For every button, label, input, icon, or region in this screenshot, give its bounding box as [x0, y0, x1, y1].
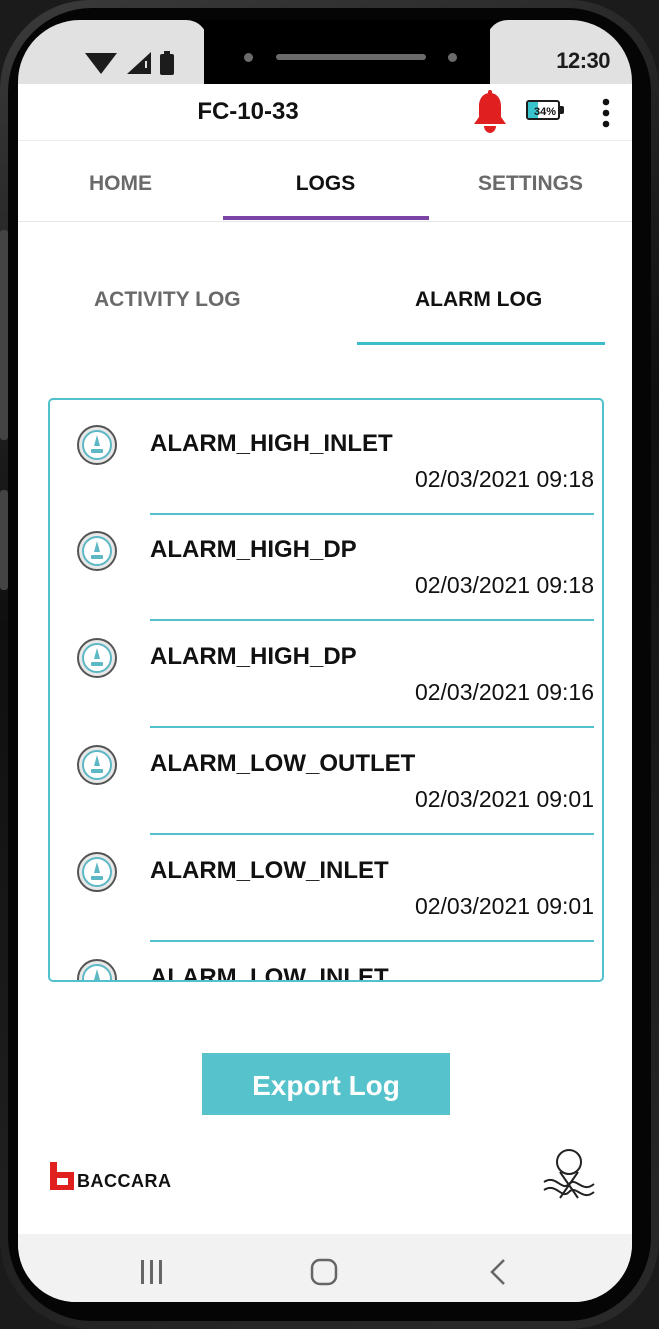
- alarm-time: 02/03/2021 09:01: [414, 893, 594, 919]
- log-item[interactable]: ALARM_LOW_INLET 02/03/2021 09:01: [50, 827, 602, 934]
- gauge-icon: [77, 425, 117, 465]
- alarm-name: ALARM_HIGH_DP: [150, 643, 357, 670]
- log-item[interactable]: ALARM_LOW_OUTLET 02/03/2021 09:01: [50, 720, 602, 827]
- battery-percent: 34%: [533, 106, 557, 118]
- gauge-icon: [77, 852, 117, 892]
- alarm-time: 02/03/2021 09:16: [414, 679, 594, 705]
- subtab-activity-log[interactable]: ACTIVITY LOG: [94, 288, 241, 312]
- tab-indicator: [223, 216, 429, 220]
- main-tabs: HOME LOGS SETTINGS: [18, 141, 632, 222]
- waves-icon: [543, 1149, 595, 1199]
- brand-name: BACCARA: [77, 1171, 172, 1191]
- export-log-button[interactable]: Export Log: [202, 1053, 450, 1115]
- signal-icon: [127, 52, 151, 74]
- more-vert-icon[interactable]: [594, 96, 618, 130]
- alarm-name: ALARM_HIGH_DP: [150, 536, 357, 563]
- system-nav-bar: [18, 1234, 632, 1302]
- volume-button: [0, 230, 8, 440]
- home-icon[interactable]: [284, 1246, 364, 1296]
- device-title: FC-10-33: [197, 98, 299, 125]
- log-item[interactable]: ALARM_LOW_INLET: [50, 934, 602, 982]
- recents-icon[interactable]: [112, 1246, 192, 1296]
- sensor-dot: [244, 53, 253, 62]
- alarm-name: ALARM_HIGH_INLET: [150, 430, 393, 457]
- tab-home[interactable]: HOME: [18, 141, 223, 221]
- gauge-icon: [77, 531, 117, 571]
- wifi-icon: [85, 53, 117, 74]
- log-item[interactable]: ALARM_HIGH_DP 02/03/2021 09:16: [50, 613, 602, 720]
- status-clock: 12:30: [556, 48, 610, 73]
- power-button: [0, 490, 8, 590]
- battery-body: 34%: [526, 100, 560, 120]
- battery-tip: [560, 106, 564, 114]
- app-bar: FC-10-33 34%: [18, 84, 632, 141]
- subtab-alarm-log[interactable]: ALARM LOG: [415, 288, 542, 312]
- status-icons: [84, 50, 174, 76]
- tab-settings[interactable]: SETTINGS: [428, 141, 632, 221]
- alarm-log-list[interactable]: ALARM_HIGH_INLET 02/03/2021 09:18 ALARM_…: [48, 398, 604, 982]
- gauge-icon: [77, 959, 117, 980]
- alarm-name: ALARM_LOW_INLET: [150, 857, 389, 884]
- battery-status-icon: [160, 51, 174, 75]
- tab-logs[interactable]: LOGS: [223, 141, 428, 221]
- phone-frame: 12:30 FC-10-33 34% HOME LOGS SETTINGS AC…: [0, 0, 659, 1329]
- back-icon[interactable]: [458, 1246, 538, 1296]
- alarm-name: ALARM_LOW_OUTLET: [150, 750, 416, 777]
- bell-icon[interactable]: [470, 90, 510, 134]
- device-battery: 34%: [526, 100, 564, 122]
- screen: 12:30 FC-10-33 34% HOME LOGS SETTINGS AC…: [18, 20, 632, 1302]
- log-item[interactable]: ALARM_HIGH_INLET 02/03/2021 09:18: [50, 400, 602, 507]
- camera-dot: [448, 53, 457, 62]
- baccara-mark-icon: [50, 1162, 74, 1190]
- speaker-grille: [276, 54, 426, 60]
- log-item[interactable]: ALARM_HIGH_DP 02/03/2021 09:18: [50, 506, 602, 613]
- subtab-indicator: [357, 342, 605, 345]
- alarm-name: ALARM_LOW_INLET: [150, 964, 389, 982]
- baccara-logo: BACCARA: [50, 1160, 172, 1190]
- status-bar: 12:30: [18, 20, 632, 84]
- gauge-icon: [77, 638, 117, 678]
- alarm-time: 02/03/2021 09:18: [414, 466, 594, 492]
- camera-notch: [204, 20, 490, 84]
- alarm-time: 02/03/2021 09:01: [414, 786, 594, 812]
- gauge-icon: [77, 745, 117, 785]
- alarm-time: 02/03/2021 09:18: [414, 572, 594, 598]
